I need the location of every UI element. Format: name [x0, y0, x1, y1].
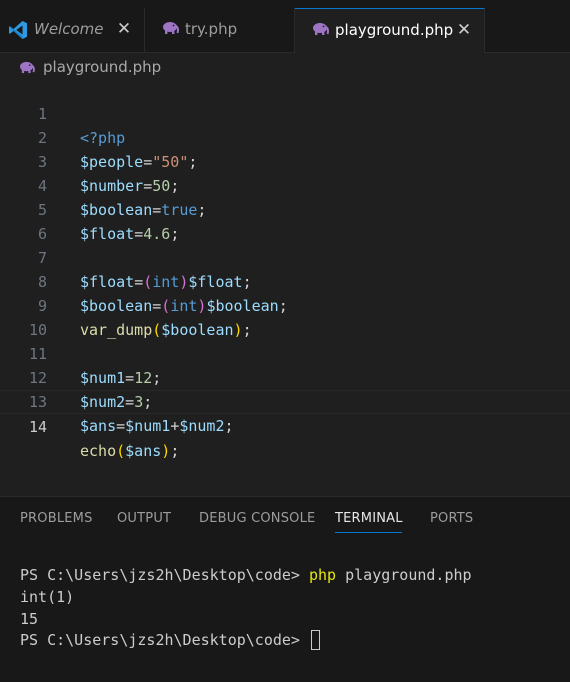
- terminal-output-line: 15: [20, 610, 39, 628]
- code-line[interactable]: 3 $number=50;: [0, 126, 570, 195]
- code-line[interactable]: 2 $people="50";: [0, 102, 570, 171]
- terminal-input-line[interactable]: PS C:\Users\jzs2h\Desktop\code>: [20, 629, 320, 651]
- breadcrumb[interactable]: playground.php: [18, 57, 161, 77]
- code-line[interactable]: 7 $float=(int)$float;: [0, 222, 570, 291]
- code-line[interactable]: 5 $float=4.6;: [0, 174, 570, 243]
- code-text: $ans=$num1+$num2;: [80, 417, 234, 435]
- tab-label: playground.php: [335, 21, 454, 39]
- terminal-output-line: int(1): [20, 588, 75, 606]
- terminal-command: php: [308, 566, 337, 584]
- terminal-line: PS C:\Users\jzs2h\Desktop\code> php play…: [20, 564, 472, 586]
- breadcrumb-file: playground.php: [43, 58, 162, 76]
- code-line[interactable]: 13 $ans=$num1+$num2;: [0, 366, 570, 435]
- terminal-cursor: [310, 630, 320, 650]
- code-line[interactable]: 12 $num2=3;: [0, 342, 570, 411]
- line-number: 14: [28, 418, 47, 436]
- code-line-active[interactable]: 14 echo($ans);: [0, 390, 570, 460]
- tab-try-php[interactable]: try.php: [145, 8, 295, 52]
- tab-output[interactable]: OUTPUT: [117, 511, 171, 526]
- php-elephant-icon: [313, 23, 329, 35]
- code-line[interactable]: 8 $boolean=(int)$boolean;: [0, 246, 570, 315]
- vscode-logo-icon: [9, 21, 27, 39]
- code-line[interactable]: 6: [0, 198, 570, 243]
- terminal-prompt: PS C:\Users\jzs2h\Desktop\code>: [20, 566, 309, 584]
- code-line[interactable]: 4 $boolean=true;: [0, 150, 570, 219]
- bottom-panel: PROBLEMS OUTPUT DEBUG CONSOLE TERMINAL P…: [0, 496, 570, 682]
- tab-label: try.php: [185, 20, 238, 38]
- tab-ports[interactable]: PORTS: [430, 511, 473, 526]
- code-line[interactable]: 11 $num1=12;: [0, 318, 570, 387]
- code-line[interactable]: 1 <?php: [0, 78, 570, 147]
- close-icon[interactable]: ✕: [114, 19, 134, 39]
- php-elephant-icon: [20, 61, 35, 73]
- active-tab-indicator: [335, 532, 402, 533]
- close-icon[interactable]: ✕: [454, 20, 474, 40]
- terminal-prompt: PS C:\Users\jzs2h\Desktop\code>: [20, 631, 309, 649]
- tab-debug-console[interactable]: DEBUG CONSOLE: [199, 511, 315, 526]
- code-line[interactable]: 10: [0, 294, 570, 339]
- tab-playground-php[interactable]: playground.php ✕: [295, 8, 485, 53]
- editor-tab-bar: Welcome ✕ try.php playground.php ✕: [0, 0, 570, 53]
- code-text: echo($ans);: [80, 442, 180, 460]
- tab-problems[interactable]: PROBLEMS: [20, 511, 93, 526]
- code-line[interactable]: 9 var_dump($boolean);: [0, 270, 570, 339]
- terminal-command-args: playground.php: [336, 566, 472, 584]
- tab-terminal[interactable]: TERMINAL: [335, 511, 403, 526]
- tab-label: Welcome: [34, 20, 104, 38]
- tab-welcome[interactable]: Welcome ✕: [0, 8, 145, 52]
- code-editor[interactable]: 1 <?php 2 $people="50"; 3 $number=50; 4 …: [0, 78, 570, 496]
- php-elephant-icon: [163, 22, 179, 34]
